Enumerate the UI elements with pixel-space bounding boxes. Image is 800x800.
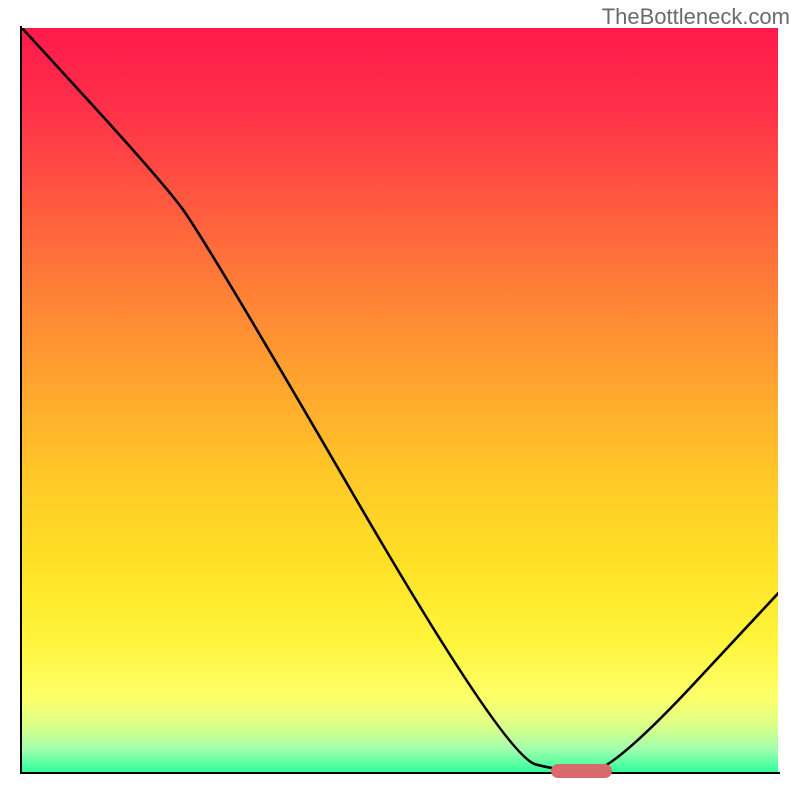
x-axis (20, 772, 780, 774)
chart-container: TheBottleneck.com (0, 0, 800, 800)
bottleneck-curve (22, 28, 778, 772)
watermark-text: TheBottleneck.com (602, 4, 790, 30)
curve-path (22, 28, 778, 772)
optimal-marker (551, 764, 611, 778)
